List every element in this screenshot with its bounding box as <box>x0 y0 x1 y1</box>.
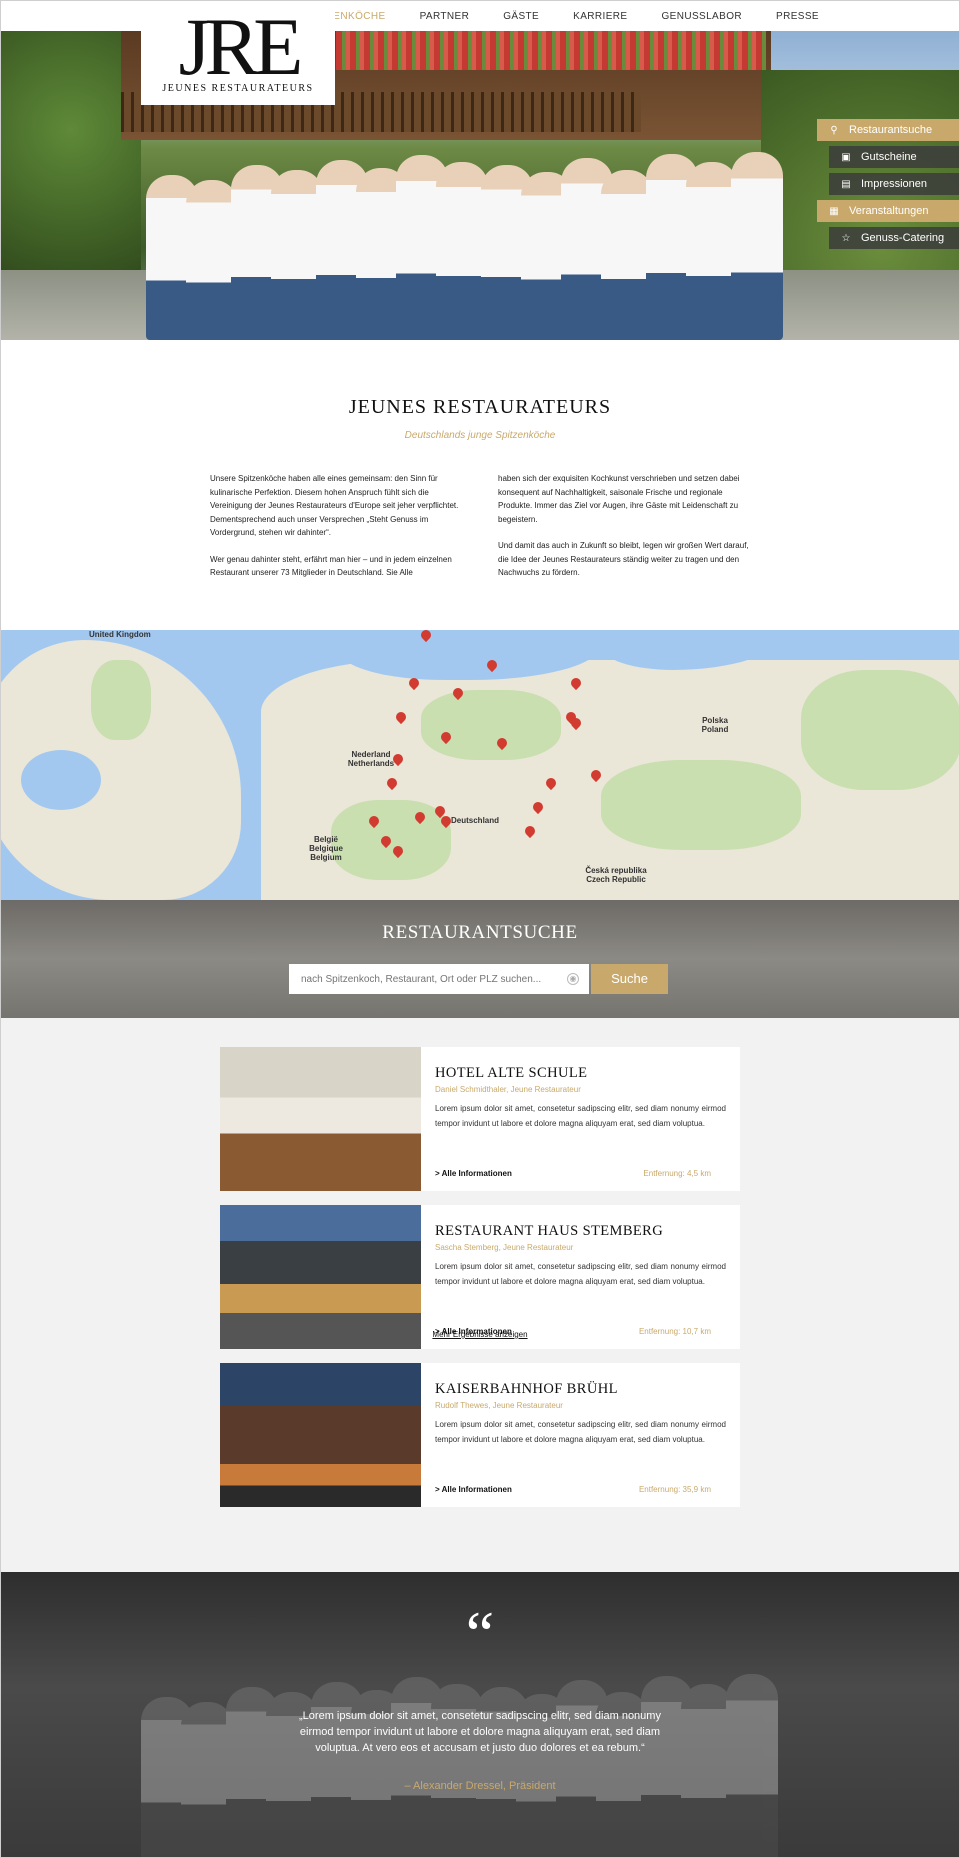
logo-mark: JRE <box>178 1 304 92</box>
map-forest <box>91 660 151 740</box>
result-title[interactable]: RESTAURANT HAUS STEMBERG <box>435 1223 663 1240</box>
star-icon: ☆ <box>841 232 851 244</box>
map-label-poland: Polska Poland <box>701 716 729 734</box>
intro-title: JEUNES RESTAURATEURS <box>348 396 612 418</box>
result-chef: Rudolf Thewes, Jeune Restaurateur <box>435 1401 563 1410</box>
quote-mark-icon: “ <box>465 1598 495 1669</box>
result-card: KAISERBAHNHOF BRÜHL Rudolf Thewes, Jeune… <box>220 1363 740 1507</box>
result-chef: Daniel Schmidthaler, Jeune Restaurateur <box>435 1085 581 1094</box>
more-info-link[interactable]: > Alle Informationen <box>435 1169 512 1178</box>
side-button-impressionen[interactable]: ▤ Impressionen <box>829 173 959 195</box>
intro-paragraph: Und damit das auch in Zukunft so bleibt,… <box>498 541 749 577</box>
side-button-label: Impressionen <box>861 178 928 190</box>
map-label-belgium: België Belgique Belgium <box>309 835 343 862</box>
chef-figure <box>731 152 783 340</box>
jre-logo[interactable]: JRE Jeunes Restaurateurs <box>141 1 335 105</box>
result-description: Lorem ipsum dolor sit amet, consetetur s… <box>435 1104 726 1128</box>
image-icon: ▤ <box>841 178 851 190</box>
restaurant-map[interactable]: United Kingdom Nederland Netherlands Bel… <box>1 630 959 900</box>
hero-tree-left <box>1 30 141 280</box>
side-button-gutscheine[interactable]: ▣ Gutscheine <box>829 146 959 168</box>
intro-paragraph: haben sich der exquisiten Kochkunst vers… <box>498 474 740 524</box>
hero-flower-boxes <box>336 30 766 70</box>
side-button-restaurantsuche[interactable]: ⚲ Restaurantsuche <box>817 119 959 141</box>
search-title: RESTAURANTSUCHE <box>382 922 578 943</box>
result-description: Lorem ipsum dolor sit amet, consetetur s… <box>435 1262 726 1286</box>
logo-subtitle: Jeunes Restaurateurs <box>162 83 314 94</box>
result-chef: Sascha Stemberg, Jeune Restaurateur <box>435 1243 574 1252</box>
result-title[interactable]: KAISERBAHNHOF BRÜHL <box>435 1381 618 1398</box>
result-title[interactable]: HOTEL ALTE SCHULE <box>435 1065 587 1082</box>
nav-partner[interactable]: Partner <box>420 11 470 22</box>
result-distance: Entfernung: 4,5 km <box>643 1169 711 1178</box>
nav-presse[interactable]: Presse <box>776 11 819 22</box>
result-image-station-building[interactable] <box>220 1363 421 1507</box>
side-button-label: Gutscheine <box>861 151 917 163</box>
result-distance: Entfernung: 35,9 km <box>638 1485 711 1494</box>
quote-text: „Lorem ipsum dolor sit amet, consetetur … <box>299 1710 661 1754</box>
result-image-house[interactable] <box>220 1205 421 1349</box>
search-icon: ⚲ <box>830 124 838 136</box>
nav-karriere[interactable]: Karriere <box>573 11 627 22</box>
search-button[interactable]: Suche <box>591 964 668 994</box>
intro-paragraph: Unsere Spitzenköche haben alle eines gem… <box>210 474 459 537</box>
restaurant-search: RESTAURANTSUCHE ◉ Suche <box>1 900 959 1018</box>
intro-paragraph: Wer genau dahinter steht, erfährt man hi… <box>210 554 452 578</box>
map-forest <box>421 690 561 760</box>
show-more-results-link[interactable]: Mehr Ergebnisse anzeigen <box>1 1330 959 1339</box>
nav-genusslabor[interactable]: Genusslabor <box>661 11 742 22</box>
side-button-genuss-catering[interactable]: ☆ Genuss-Catering <box>829 227 959 249</box>
intro-column-right: haben sich der exquisiten Kochkunst vers… <box>498 472 750 593</box>
result-card: RESTAURANT HAUS STEMBERG Sascha Stemberg… <box>220 1205 740 1349</box>
nav-gaeste[interactable]: Gäste <box>503 11 539 22</box>
result-description: Lorem ipsum dolor sit amet, consetetur s… <box>435 1420 726 1444</box>
intro-column-left: Unsere Spitzenköche haben alle eines gem… <box>210 472 462 593</box>
intro-section: JEUNES RESTAURATEURS Deutschlands junge … <box>1 340 959 630</box>
chef-figure <box>726 1674 778 1857</box>
quote-author: – Alexander Dressel, Präsident <box>404 1780 556 1792</box>
chef-group <box>146 125 786 340</box>
side-button-veranstaltungen[interactable]: ▦ Veranstaltungen <box>817 200 959 222</box>
map-forest <box>601 760 801 850</box>
location-icon[interactable]: ◉ <box>567 973 579 985</box>
page: Spitzenköche Partner Gäste Karriere Genu… <box>0 0 960 1858</box>
gift-icon: ▣ <box>841 151 851 163</box>
intro-subtitle: Deutschlands junge Spitzenköche <box>404 430 556 441</box>
map-label-uk: United Kingdom <box>89 630 151 639</box>
map-label-czech: Česká republika Czech Republic <box>585 866 647 884</box>
map-forest <box>801 670 959 790</box>
search-input[interactable] <box>289 964 589 994</box>
calendar-icon: ▦ <box>829 205 839 217</box>
map-water-irish-sea <box>21 750 101 810</box>
more-info-link[interactable]: > Alle Informationen <box>435 1485 512 1494</box>
side-button-label: Genuss-Catering <box>861 232 945 244</box>
side-button-label: Restaurantsuche <box>849 124 933 136</box>
president-quote: “ „Lorem ipsum dolor sit amet, consetetu… <box>1 1572 959 1857</box>
result-card: HOTEL ALTE SCHULE Daniel Schmidthaler, J… <box>220 1047 740 1191</box>
side-button-label: Veranstaltungen <box>849 205 929 217</box>
map-label-germany: Deutschland <box>451 816 500 825</box>
result-image-dining-room[interactable] <box>220 1047 421 1191</box>
search-results: HOTEL ALTE SCHULE Daniel Schmidthaler, J… <box>1 1018 959 1572</box>
side-quick-links: ⚲ Restaurantsuche ▣ Gutscheine ▤ Impress… <box>817 119 959 254</box>
